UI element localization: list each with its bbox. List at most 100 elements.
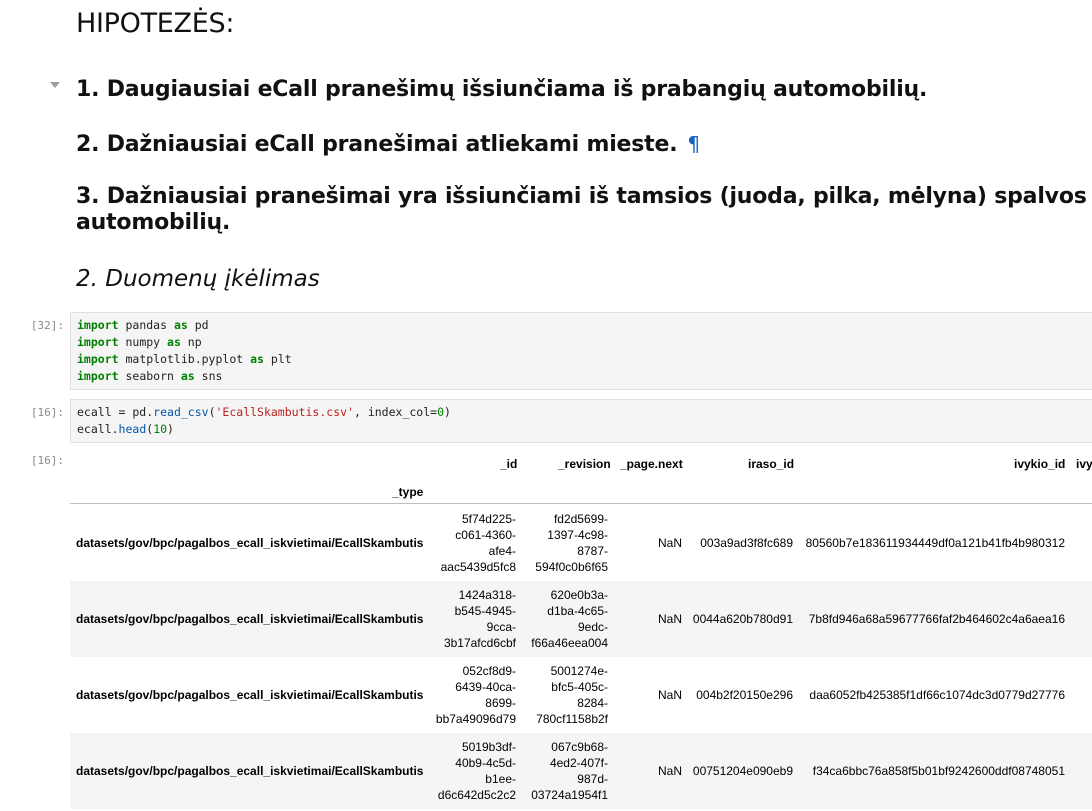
anchor-link-icon[interactable]: ¶ <box>687 132 700 156</box>
cell-revision-line: 8284- <box>577 696 608 710</box>
code-token: matplotlib.pyplot <box>118 352 251 366</box>
cell-id-line: b545-4945- <box>454 604 516 618</box>
code-line: import seaborn as sns <box>77 368 1092 385</box>
cell-id-line: 5019b3df- <box>461 740 516 754</box>
column-header-id: _id <box>500 457 518 471</box>
cell-id-line: 3b17afcd6cbf <box>443 636 516 650</box>
cell-id: 5f74d225- c061-4360- afe4- aac5439d5fc8 <box>441 511 516 575</box>
code-cell-read-csv[interactable]: ecall = pd.read_csv('EcallSkambutis.csv'… <box>70 399 1092 443</box>
cell-prompt: [16]: <box>30 406 64 419</box>
code-token: import <box>77 335 119 349</box>
code-token: head <box>118 422 147 436</box>
code-line: import numpy as np <box>77 334 1092 351</box>
cell-id-line: 052cf8d9- <box>462 664 516 678</box>
code-token: import <box>77 318 119 332</box>
code-token: import <box>77 369 119 383</box>
cell-id-line: d6c642d5c2c2 <box>437 788 516 802</box>
cell-revision-line: 780cf1158b2f <box>536 712 608 726</box>
hypothesis-1: 1. Daugiausiai eCall pranešimų išsiunčia… <box>76 77 928 102</box>
code-token: 0 <box>437 405 445 419</box>
cell-ivykio-id: 7b8fd946a68a59677766faf2b464602c4a6aea16 <box>808 612 1065 626</box>
cell-revision-line: 1397-4c98- <box>547 528 608 542</box>
code-token: sns <box>194 369 223 383</box>
section-heading: 2. Duomenų įkėlimas <box>76 266 320 292</box>
cell-revision-line: 594f0c0b6f65 <box>535 560 608 574</box>
cell-id-line: 5f74d225- <box>461 512 516 526</box>
code-line: ecall.head(10) <box>77 421 1092 438</box>
cell-iraso-id: 0044a620b780d91 <box>692 612 793 626</box>
code-token: ) <box>167 422 174 436</box>
code-token: read_csv <box>153 405 209 419</box>
cell-revision-line: 987d- <box>577 772 608 786</box>
code-token: 10 <box>153 422 168 436</box>
cell-id: 5019b3df- 40b9-4c5d-b1ee-d6c642d5c2c2 <box>438 739 516 803</box>
column-header-page-next: _page.next <box>620 457 683 471</box>
notebook: HIPOTEZĖS: 1. Daugiausiai eCall pranešim… <box>0 0 1092 811</box>
cell-revision-line: 067c9b68- <box>551 740 608 754</box>
code-token: pandas <box>118 318 174 332</box>
code-line: import matplotlib.pyplot as plt <box>77 351 1092 368</box>
cell-revision: fd2d5699- 1397-4c98- 8787- 594f0c0b6f65 <box>535 511 608 575</box>
column-header-truncated: ivy <box>1076 457 1092 471</box>
cell-revision: 067c9b68- 4ed2-407f- 987d- 03724a1954f1 <box>531 739 608 803</box>
cell-id-line: afe4- <box>488 544 516 558</box>
output-prompt: [16]: <box>30 454 64 467</box>
code-cell-imports[interactable]: import pandas as pd import numpy as np imp… <box>70 312 1092 390</box>
cell-revision-line: d1ba-4c65- <box>547 604 608 618</box>
code-token: , index_col= <box>353 405 438 419</box>
hypothesis-2: 2. Dažniausiai eCall pranešimai atliekam… <box>76 131 700 158</box>
cell-revision-line: f66a46eea004 <box>531 636 608 650</box>
cell-id-line: 9cca- <box>486 620 516 634</box>
index-header-type: _type <box>392 485 424 499</box>
cell-id-line: 8699- <box>485 696 516 710</box>
hypothesis-3: 3. Dažniausiai pranešimai yra išsiunčiam… <box>76 184 1087 236</box>
cell-id-line: 1424a318- <box>458 588 516 602</box>
row-index-type: datasets/gov/bpc/pagalbos_ecall_iskvieti… <box>76 764 424 778</box>
cell-page-next: NaN <box>657 536 682 550</box>
hypothesis-3-line1: 3. Dažniausiai pranešimai yra išsiunčiam… <box>76 184 1087 209</box>
code-token: ecall. <box>77 422 119 436</box>
code-token: 'EcallSkambutis.csv' <box>215 405 354 419</box>
cell-revision-line: fd2d5699- <box>553 512 608 526</box>
code-token: seaborn <box>118 369 181 383</box>
cell-ivykio-id: f34ca6bbc76a858f5b01bf9242600ddf08748051 <box>812 764 1065 778</box>
table-row: datasets/gov/bpc/pagalbos_ecall_iskvieti… <box>70 657 1092 733</box>
cell-revision-line: 9edc- <box>577 620 608 634</box>
cell-iraso-id: 004b2f20150e296 <box>696 688 793 702</box>
header-divider <box>70 503 1092 504</box>
column-header-ivykio-id: ivykio_id <box>1014 457 1066 471</box>
code-token: np <box>180 335 202 349</box>
cell-page-next: NaN <box>657 688 682 702</box>
code-line: ecall = pd.read_csv('EcallSkambutis.csv'… <box>77 404 1092 421</box>
cell-iraso-id: 00751204e090eb9 <box>692 764 793 778</box>
table-row: datasets/gov/bpc/pagalbos_ecall_iskvieti… <box>70 581 1092 657</box>
cell-id-line: b1ee- <box>485 772 516 786</box>
cell-revision-line: 4ed2-407f- <box>549 756 608 770</box>
cell-id: 1424a318- b545-4945- 9cca- 3b17afcd6cbf <box>444 587 516 651</box>
collapse-arrow-icon[interactable] <box>50 82 60 88</box>
cell-id-line: aac5439d5fc8 <box>440 560 516 574</box>
cell-page-next: NaN <box>657 612 682 626</box>
code-token: numpy <box>118 335 168 349</box>
cell-revision-line: 03724a1954f1 <box>531 788 608 802</box>
code-token: ) <box>444 405 451 419</box>
cell-revision-line: 5001274e- <box>550 664 608 678</box>
cell-id: 052cf8d9- 6439-40ca- 8699- bb7a49096d79 <box>436 663 516 727</box>
cell-id-line: bb7a49096d79 <box>435 712 516 726</box>
cell-id-line: c061-4360- <box>455 528 516 542</box>
code-token: as <box>173 318 188 332</box>
row-index-type: datasets/gov/bpc/pagalbos_ecall_iskvieti… <box>76 688 424 702</box>
cell-revision: 620e0b3a-d1ba-4c65- 9edc-f66a46eea004 <box>531 587 608 651</box>
table-row: datasets/gov/bpc/pagalbos_ecall_iskvieti… <box>70 733 1092 809</box>
code-token: import <box>77 352 119 366</box>
code-token: ecall = pd. <box>77 405 154 419</box>
hypothesis-3-line2: automobilių. <box>76 210 231 235</box>
cell-revision: 5001274e-bfc5-405c- 8284- 780cf1158b2f <box>536 663 608 727</box>
row-index-type: datasets/gov/bpc/pagalbos_ecall_iskvieti… <box>76 612 424 626</box>
code-token: as <box>180 369 195 383</box>
cell-ivykio-id: 80560b7e183611934449df0a121b41fb4b980312 <box>805 536 1065 550</box>
cell-prompt: [32]: <box>30 319 64 332</box>
code-token: plt <box>263 352 292 366</box>
cell-revision-line: 620e0b3a- <box>550 588 608 602</box>
row-index-type: datasets/gov/bpc/pagalbos_ecall_iskvieti… <box>76 536 424 550</box>
